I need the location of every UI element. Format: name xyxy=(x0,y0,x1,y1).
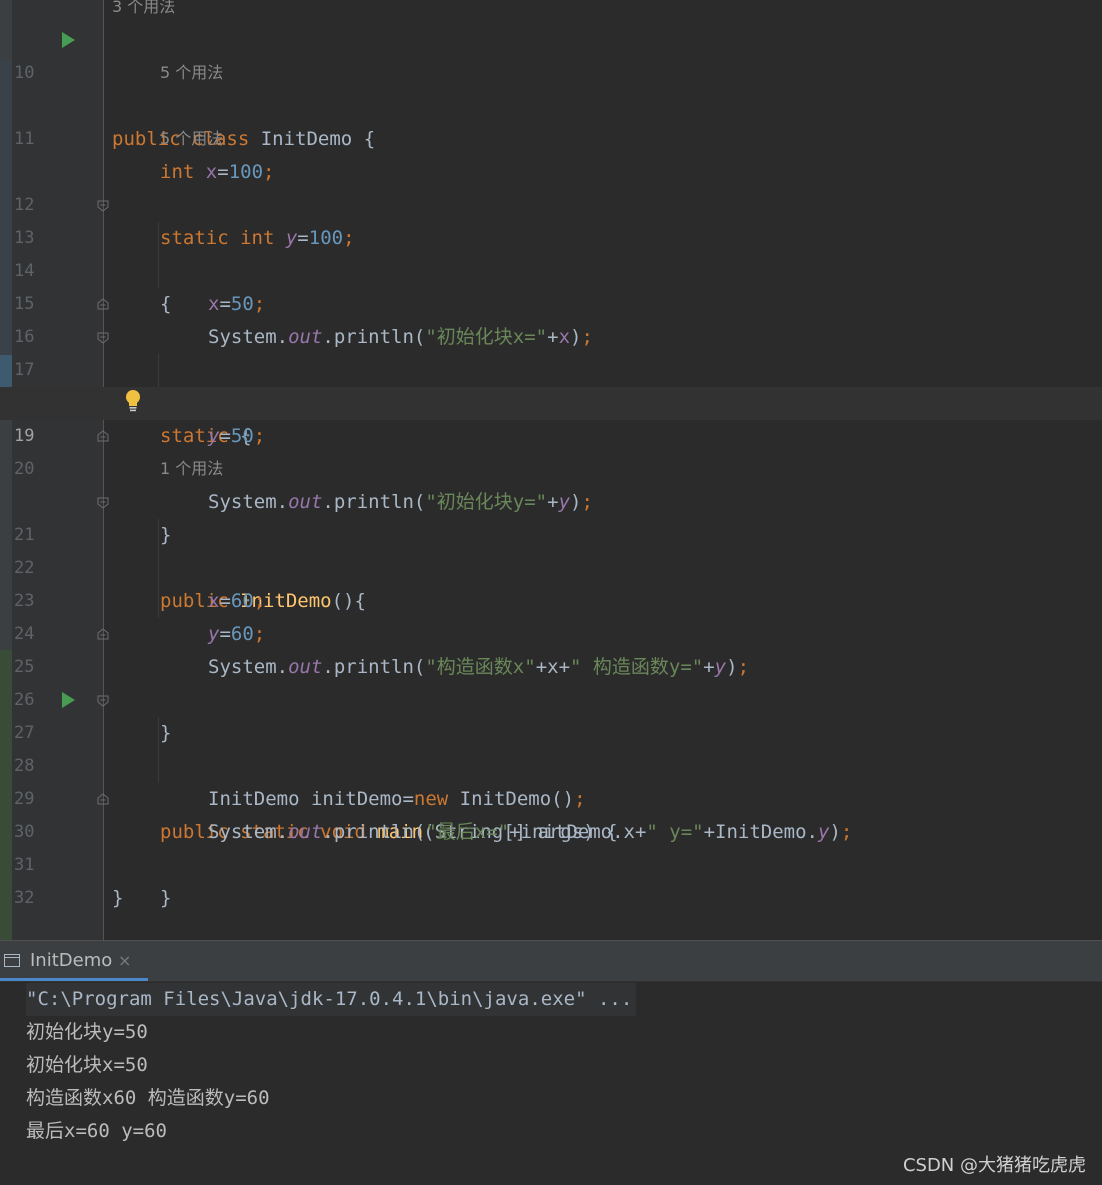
usage-hint[interactable]: 5 个用法 xyxy=(0,124,1102,157)
code-line[interactable]: 17 static { xyxy=(0,321,1102,447)
run-tab-bar: InitDemo × xyxy=(0,941,1102,982)
code-line[interactable]: 23 y=60; xyxy=(0,552,1102,645)
code-line[interactable]: 14 x=50; xyxy=(0,222,1102,315)
usage-hint[interactable]: 5 个用法 xyxy=(0,58,1102,91)
code-line[interactable]: 20 } xyxy=(0,420,1102,546)
run-panel: InitDemo × "C:\Program Files\Java\jdk-17… xyxy=(0,940,1102,1185)
code-line[interactable]: 30 } xyxy=(0,783,1102,909)
run-tab-initdemo[interactable]: InitDemo × xyxy=(0,941,148,981)
run-icon[interactable] xyxy=(62,32,75,48)
close-icon[interactable]: × xyxy=(118,951,131,970)
fold-open-icon[interactable] xyxy=(97,200,109,212)
fold-open-icon[interactable] xyxy=(97,332,109,344)
fold-open-icon[interactable] xyxy=(97,497,109,509)
code-line[interactable]: 28 InitDemo initDemo=new InitDemo(); xyxy=(0,717,1102,810)
code-line[interactable]: 27 public static void main(String[] args… xyxy=(0,684,1102,843)
code-text: } xyxy=(160,887,172,909)
code-editor[interactable]: 3 个用法 10 public class InitDemo { 5 个用法 1… xyxy=(0,0,1102,940)
code-line[interactable]: 32 xyxy=(0,849,1102,908)
console-output-line[interactable]: 初始化块x=50 xyxy=(26,1049,148,1082)
code-line[interactable]: 26 xyxy=(0,651,1102,710)
code-line[interactable]: 21 public InitDemo(){ xyxy=(0,486,1102,612)
code-line[interactable]: 31 } xyxy=(0,816,1102,909)
fold-close-icon[interactable] xyxy=(97,628,109,640)
watermark: CSDN @大猪猪吃虎虎 xyxy=(902,1155,1086,1176)
code-text: } xyxy=(112,887,124,909)
console-output-line[interactable]: 构造函数x60 构造函数y=60 xyxy=(26,1082,270,1115)
code-line[interactable]: 25 } xyxy=(0,618,1102,744)
usage-hint-text: 3 个用法 xyxy=(112,0,176,16)
code-line[interactable]: 10 public class InitDemo { xyxy=(0,24,1102,150)
usage-hint[interactable]: 3 个用法 xyxy=(0,0,1102,25)
usage-hint-text: 1 个用法 xyxy=(160,459,224,478)
run-icon[interactable] xyxy=(62,692,75,708)
lightbulb-icon[interactable] xyxy=(124,389,142,413)
code-line-current[interactable]: 19 System.out.println("初始化块y="+y); xyxy=(0,387,1102,513)
console-output-line[interactable]: 最后x=60 y=60 xyxy=(26,1115,167,1148)
fold-open-icon[interactable] xyxy=(97,695,109,707)
console-icon xyxy=(4,954,20,967)
code-line[interactable]: 11 int x=100; xyxy=(0,90,1102,183)
console-command-line[interactable]: "C:\Program Files\Java\jdk-17.0.4.1\bin\… xyxy=(26,983,637,1016)
fold-close-icon[interactable] xyxy=(97,793,109,805)
usage-hint-text: 5 个用法 xyxy=(160,63,224,82)
fold-close-icon[interactable] xyxy=(97,430,109,442)
code-line[interactable]: 16 } xyxy=(0,288,1102,414)
code-line[interactable]: 18 y=50; xyxy=(0,354,1102,447)
run-tab-label: InitDemo xyxy=(30,950,113,971)
usage-hint-text: 5 个用法 xyxy=(160,129,224,148)
fold-close-icon[interactable] xyxy=(97,298,109,310)
code-line[interactable]: 24 System.out.println("构造函数x"+x+" 构造函数y=… xyxy=(0,585,1102,678)
code-line[interactable]: 22 x=60; xyxy=(0,519,1102,612)
usage-hint[interactable]: 1 个用法 xyxy=(0,454,1102,487)
code-line[interactable]: 15 System.out.println("初始化块x="+x); xyxy=(0,255,1102,348)
line-number: 32 xyxy=(14,888,35,908)
code-line[interactable]: 12 static int y=100; xyxy=(0,156,1102,249)
code-line[interactable]: 29 System.out.println("最后x="+initDemo.x+… xyxy=(0,750,1102,843)
code-line[interactable]: 13 { xyxy=(0,189,1102,315)
console-output-line[interactable]: 初始化块y=50 xyxy=(26,1016,148,1049)
